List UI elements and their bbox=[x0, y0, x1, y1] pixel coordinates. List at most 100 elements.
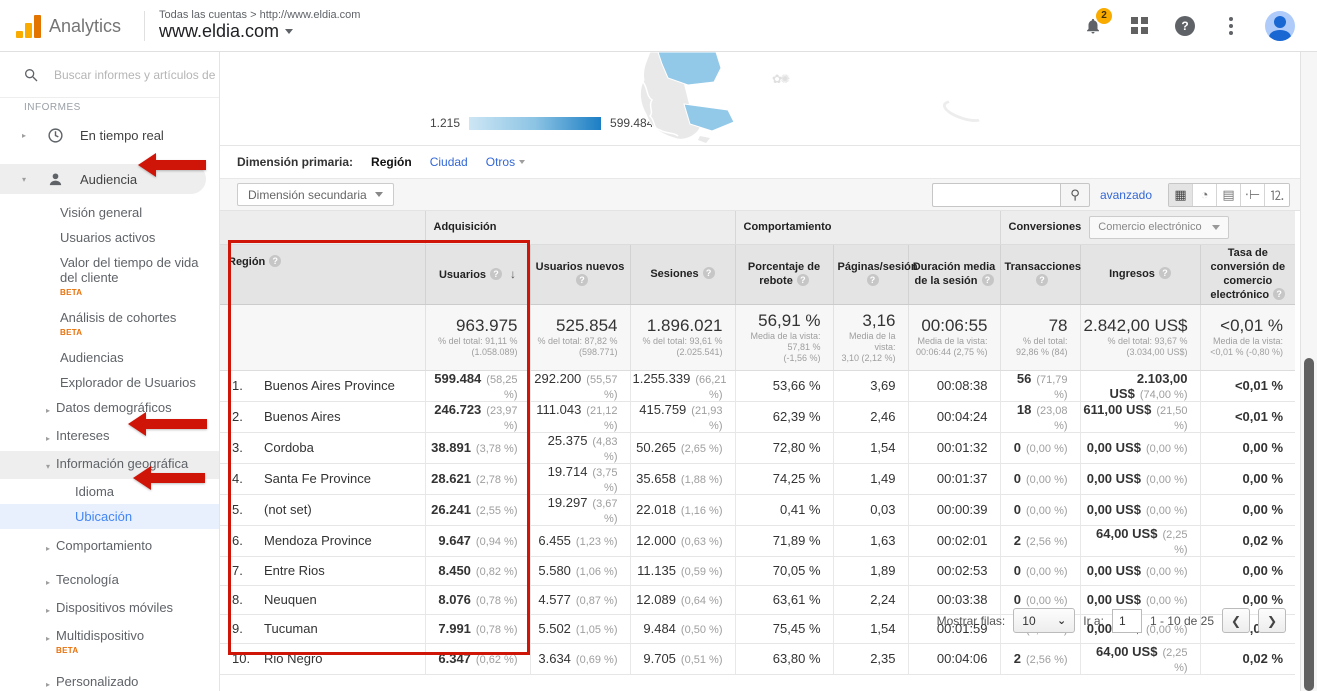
goto-page-input[interactable] bbox=[1112, 609, 1142, 633]
sidebar-item-geo[interactable]: ▾Información geográfica bbox=[46, 451, 206, 479]
metric-cell: 50.265(2,65 %) bbox=[630, 432, 735, 463]
col-header-region[interactable]: Región? bbox=[220, 244, 425, 304]
conversions-dropdown[interactable]: Comercio electrónico bbox=[1089, 216, 1228, 239]
metric-cell: 0,03 bbox=[833, 494, 908, 525]
col-header-bounce-rate[interactable]: Porcentaje de rebote? bbox=[735, 244, 833, 304]
table-view-icon[interactable]: ▦ bbox=[1169, 184, 1193, 206]
sidebar-item-technology[interactable]: ▸Tecnología bbox=[46, 567, 206, 595]
prev-page-button[interactable]: ❮ bbox=[1222, 608, 1250, 633]
sidebar-item-demographics[interactable]: ▸Datos demográficos bbox=[46, 395, 206, 423]
region-link[interactable]: Entre Rios bbox=[264, 563, 325, 578]
col-header-transactions[interactable]: Transacciones? bbox=[1000, 244, 1080, 304]
sidebar-item-interests[interactable]: ▸Intereses bbox=[46, 423, 206, 451]
help-icon[interactable]: ? bbox=[867, 274, 879, 286]
metric-cell: 53,66 % bbox=[735, 370, 833, 401]
percentage-view-icon[interactable]: ◔ bbox=[1193, 184, 1217, 206]
scrollbar-thumb[interactable] bbox=[1304, 358, 1314, 691]
metric-cell: 35.658(1,88 %) bbox=[630, 463, 735, 494]
sidebar-item-lifetime-value[interactable]: Valor del tiempo de vida del clienteBETA bbox=[60, 250, 220, 305]
dimension-other[interactable]: Otros bbox=[486, 155, 525, 169]
col-header-users[interactable]: Usuarios?↓ bbox=[425, 244, 530, 304]
argentina-map[interactable] bbox=[588, 52, 808, 146]
pagination-footer: Mostrar filas: 10⌄ Ir a: 1 - 10 de 25 ❮ … bbox=[937, 608, 1286, 633]
analytics-logo[interactable]: Analytics bbox=[0, 14, 130, 38]
metric-cell: 8.076(0,78 %) bbox=[425, 585, 530, 614]
col-header-ecommerce-rate[interactable]: Tasa de conversión de comercio electróni… bbox=[1200, 244, 1295, 304]
notifications-bell-icon[interactable]: 2 bbox=[1081, 14, 1105, 38]
chevron-right-icon: ▸ bbox=[46, 677, 50, 691]
help-icon[interactable]: ? bbox=[1173, 14, 1197, 38]
metric-cell: 111.043(21,12 %) bbox=[530, 401, 630, 432]
col-header-sessions[interactable]: Sesiones? bbox=[630, 244, 735, 304]
search-icon bbox=[22, 66, 40, 84]
metric-cell: 00:02:01 bbox=[908, 525, 1000, 556]
col-header-revenue[interactable]: Ingresos? bbox=[1080, 244, 1200, 304]
user-avatar[interactable] bbox=[1265, 11, 1295, 41]
breadcrumb[interactable]: Todas las cuentas > http://www.eldia.com bbox=[159, 9, 360, 21]
help-icon[interactable]: ? bbox=[490, 268, 502, 280]
table-search-button[interactable]: ⚲ bbox=[1060, 183, 1090, 207]
apps-grid-icon[interactable] bbox=[1127, 14, 1151, 38]
sidebar-item-audience[interactable]: ▾ Audiencia bbox=[0, 164, 206, 194]
sidebar-item-language[interactable]: Idioma bbox=[75, 479, 220, 504]
col-header-avg-duration[interactable]: Duración media de la sesión? bbox=[908, 244, 1000, 304]
sidebar-search[interactable]: Buscar informes y artículos de bbox=[0, 52, 219, 98]
table-search-input[interactable] bbox=[932, 183, 1060, 207]
next-page-button[interactable]: ❯ bbox=[1258, 608, 1286, 633]
dimension-city[interactable]: Ciudad bbox=[430, 155, 468, 169]
region-link[interactable]: (not set) bbox=[264, 502, 312, 517]
region-link[interactable]: Buenos Aires bbox=[264, 409, 341, 424]
col-header-new-users[interactable]: Usuarios nuevos? bbox=[530, 244, 630, 304]
metric-cell: 599.484(58,25 %) bbox=[425, 370, 530, 401]
region-link[interactable]: Buenos Aires Province bbox=[264, 378, 395, 393]
region-link[interactable]: Santa Fe Province bbox=[264, 471, 371, 486]
vertical-scrollbar[interactable] bbox=[1300, 52, 1317, 691]
sidebar-item-overview[interactable]: Visión general bbox=[60, 200, 220, 225]
sidebar-item-realtime[interactable]: ▸ En tiempo real bbox=[0, 120, 219, 150]
sidebar-item-location[interactable]: Ubicación bbox=[0, 504, 220, 529]
sidebar-item-audiences[interactable]: Audiencias bbox=[60, 345, 220, 370]
secondary-dimension-button[interactable]: Dimensión secundaria bbox=[237, 183, 394, 206]
help-icon[interactable]: ? bbox=[1273, 288, 1285, 300]
analytics-logo-icon bbox=[16, 14, 41, 38]
group-behavior: Comportamiento bbox=[735, 211, 1000, 244]
metric-cell: 6.347(0,62 %) bbox=[425, 643, 530, 674]
region-link[interactable]: Mendoza Province bbox=[264, 533, 372, 548]
summary-cell: <0,01 %Media de la vista:<0,01 % (-0,80 … bbox=[1200, 304, 1295, 370]
help-icon[interactable]: ? bbox=[1159, 267, 1171, 279]
comparison-view-icon[interactable]: ⋅⊢ bbox=[1241, 184, 1265, 206]
region-link[interactable]: Rio Negro bbox=[264, 651, 323, 666]
metric-cell: 72,80 % bbox=[735, 432, 833, 463]
region-link[interactable]: Tucuman bbox=[264, 621, 318, 636]
dimension-region[interactable]: Región bbox=[371, 155, 412, 169]
property-selector[interactable]: www.eldia.com bbox=[159, 21, 360, 42]
region-cell: 5.(not set) bbox=[220, 494, 425, 525]
main-content: 1.215 599.484 ✿✺ Dimensión primaria: Reg… bbox=[220, 52, 1300, 691]
help-icon[interactable]: ? bbox=[576, 274, 588, 286]
help-icon[interactable]: ? bbox=[1036, 274, 1048, 286]
sidebar-item-mobile[interactable]: ▸Dispositivos móviles bbox=[46, 595, 206, 623]
metric-cell: 9.647(0,94 %) bbox=[425, 525, 530, 556]
help-icon[interactable]: ? bbox=[797, 274, 809, 286]
sidebar-item-cross-device[interactable]: ▸MultidispositivoBETA bbox=[46, 623, 206, 663]
col-header-pages-session[interactable]: Páginas/sesión? bbox=[833, 244, 908, 304]
pivot-view-icon[interactable]: ⒓ bbox=[1265, 184, 1289, 206]
rows-per-page-select[interactable]: 10⌄ bbox=[1013, 608, 1075, 633]
performance-view-icon[interactable]: ▤ bbox=[1217, 184, 1241, 206]
kebab-menu-icon[interactable] bbox=[1219, 14, 1243, 38]
region-link[interactable]: Cordoba bbox=[264, 440, 314, 455]
sidebar-item-cohort-analysis[interactable]: Análisis de cohortesBETA bbox=[60, 305, 220, 345]
metric-cell: 19.714(3,75 %) bbox=[530, 463, 630, 494]
metric-cell: 62,39 % bbox=[735, 401, 833, 432]
sidebar-item-active-users[interactable]: Usuarios activos bbox=[60, 225, 220, 250]
help-icon[interactable]: ? bbox=[703, 267, 715, 279]
advanced-search-link[interactable]: avanzado bbox=[1100, 188, 1152, 202]
sidebar-item-custom[interactable]: ▸Personalizado bbox=[46, 669, 206, 691]
help-icon[interactable]: ? bbox=[982, 274, 994, 286]
metric-cell: 71,89 % bbox=[735, 525, 833, 556]
sidebar-item-behavior[interactable]: ▸Comportamiento bbox=[46, 533, 206, 561]
region-link[interactable]: Neuquen bbox=[264, 592, 317, 607]
help-icon[interactable]: ? bbox=[269, 255, 281, 267]
sidebar-item-user-explorer[interactable]: Explorador de Usuarios bbox=[60, 370, 220, 395]
sidebar: Buscar informes y artículos de INFORMES … bbox=[0, 52, 220, 691]
